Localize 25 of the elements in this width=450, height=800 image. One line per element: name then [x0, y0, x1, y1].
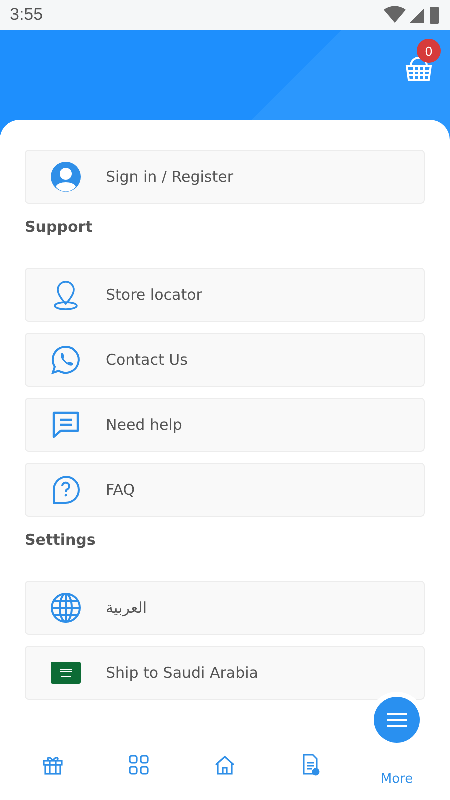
menu-item[interactable]: Contact Us	[25, 333, 425, 387]
status-icons	[384, 5, 440, 25]
home-icon[interactable]	[214, 754, 236, 776]
globe-icon	[50, 592, 82, 624]
user-icon	[50, 161, 82, 193]
more-button[interactable]	[374, 697, 420, 743]
section-heading: Support	[25, 218, 94, 236]
menu-icon	[387, 712, 407, 728]
location-pin-icon	[51, 279, 81, 311]
menu-item[interactable]: Sign in / Register	[25, 150, 425, 204]
menu-item[interactable]: العربية	[25, 581, 425, 635]
gift-icon[interactable]	[42, 754, 64, 776]
question-icon	[50, 474, 82, 506]
flag-icon	[51, 662, 81, 684]
document-icon[interactable]	[301, 754, 321, 776]
menu-item[interactable]: Store locator	[25, 268, 425, 322]
section-heading: Settings	[25, 531, 97, 549]
menu-item[interactable]: Need help	[25, 398, 425, 452]
menu-item[interactable]: FAQ	[25, 463, 425, 517]
menu-item[interactable]: Ship to Saudi Arabia	[25, 646, 425, 700]
phone-chat-icon	[50, 344, 82, 376]
chat-icon	[50, 409, 82, 441]
grid-icon[interactable]	[128, 754, 150, 776]
status-time: 3:55	[10, 5, 44, 25]
cart-count-badge: 0	[417, 39, 441, 63]
